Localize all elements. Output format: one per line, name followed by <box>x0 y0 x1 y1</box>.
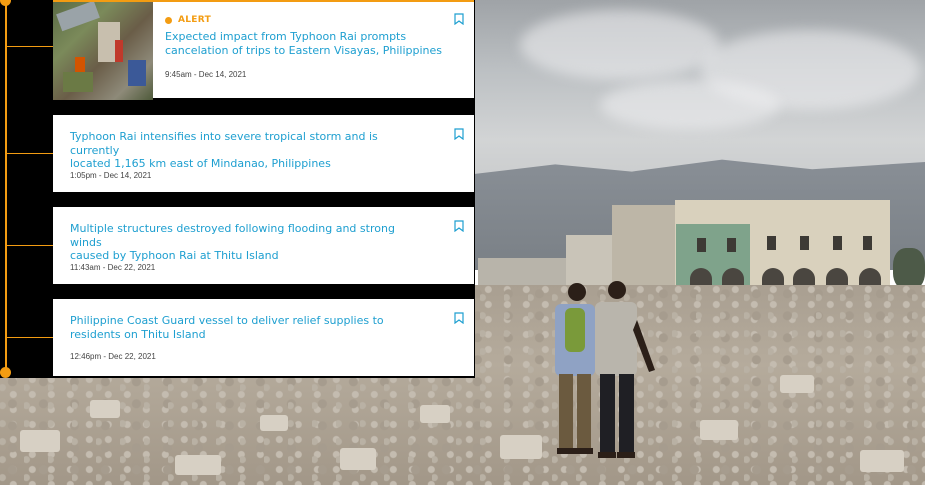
rock <box>700 420 738 440</box>
tree <box>893 248 925 290</box>
card-title[interactable]: Multiple structures destroyed following … <box>70 222 430 263</box>
rock <box>20 430 60 452</box>
rock <box>420 405 450 423</box>
rock <box>90 400 120 418</box>
timeline-card[interactable]: Philippine Coast Guard vessel to deliver… <box>53 299 474 376</box>
card-title-line: Typhoon Rai intensifies into severe trop… <box>70 130 378 157</box>
rock <box>500 435 542 459</box>
window <box>767 236 776 250</box>
news-thumbnail <box>53 2 153 100</box>
timeline-panel: ALERT Expected impact from Typhoon Rai p… <box>0 0 475 378</box>
rock <box>780 375 814 393</box>
bookmark-icon[interactable] <box>454 220 468 236</box>
card-title-line: cancelation of trips to Eastern Visayas,… <box>165 43 443 57</box>
card-title[interactable]: Expected impact from Typhoon Rai prompts… <box>165 30 465 57</box>
timeline-card[interactable]: Multiple structures destroyed following … <box>53 207 474 284</box>
bookmark-icon[interactable] <box>454 128 468 144</box>
card-timestamp: 1:05pm - Dec 14, 2021 <box>70 171 152 180</box>
alert-dot-icon <box>165 16 172 24</box>
alert-badge: ALERT <box>165 15 211 25</box>
alert-label: ALERT <box>178 15 212 25</box>
rock <box>260 415 288 431</box>
rock <box>175 455 221 475</box>
card-title-line: caused by Typhoon Rai at Thitu Island <box>70 249 279 262</box>
timeline-start-dot <box>0 0 11 6</box>
bookmark-icon[interactable] <box>454 312 468 328</box>
card-title-line: Expected impact from Typhoon Rai prompts <box>165 30 407 43</box>
timeline-card[interactable]: ALERT Expected impact from Typhoon Rai p… <box>53 0 474 100</box>
cloud <box>520 10 720 80</box>
card-timestamp: 12:46pm - Dec 22, 2021 <box>70 352 156 361</box>
window <box>800 236 809 250</box>
timeline-tick <box>6 153 53 154</box>
timeline-tick <box>6 337 53 338</box>
timeline-tick <box>6 245 53 246</box>
card-timestamp: 11:43am - Dec 22, 2021 <box>70 263 156 272</box>
card-title-line: residents on Thitu Island <box>70 327 206 341</box>
ruined-building <box>612 205 677 290</box>
window <box>727 238 736 252</box>
timeline-end-dot <box>0 367 11 378</box>
card-title-line: Philippine Coast Guard vessel to deliver… <box>70 314 384 327</box>
card-title-line: Multiple structures destroyed following … <box>70 222 395 249</box>
timeline-card[interactable]: Typhoon Rai intensifies into severe trop… <box>53 115 474 192</box>
timeline-line <box>5 0 7 372</box>
rock <box>860 450 904 472</box>
people-walking <box>555 281 655 458</box>
card-title-line: located 1,165 km east of Mindanao, Phili… <box>70 157 331 170</box>
window <box>833 236 842 250</box>
card-title[interactable]: Philippine Coast Guard vessel to deliver… <box>70 314 430 341</box>
timeline-tick <box>6 46 53 47</box>
cloud <box>600 80 780 130</box>
card-timestamp: 9:45am - Dec 14, 2021 <box>165 70 247 79</box>
bookmark-icon[interactable] <box>454 13 468 29</box>
card-title[interactable]: Typhoon Rai intensifies into severe trop… <box>70 130 430 171</box>
rock <box>340 448 376 470</box>
window <box>863 236 872 250</box>
window <box>697 238 706 252</box>
